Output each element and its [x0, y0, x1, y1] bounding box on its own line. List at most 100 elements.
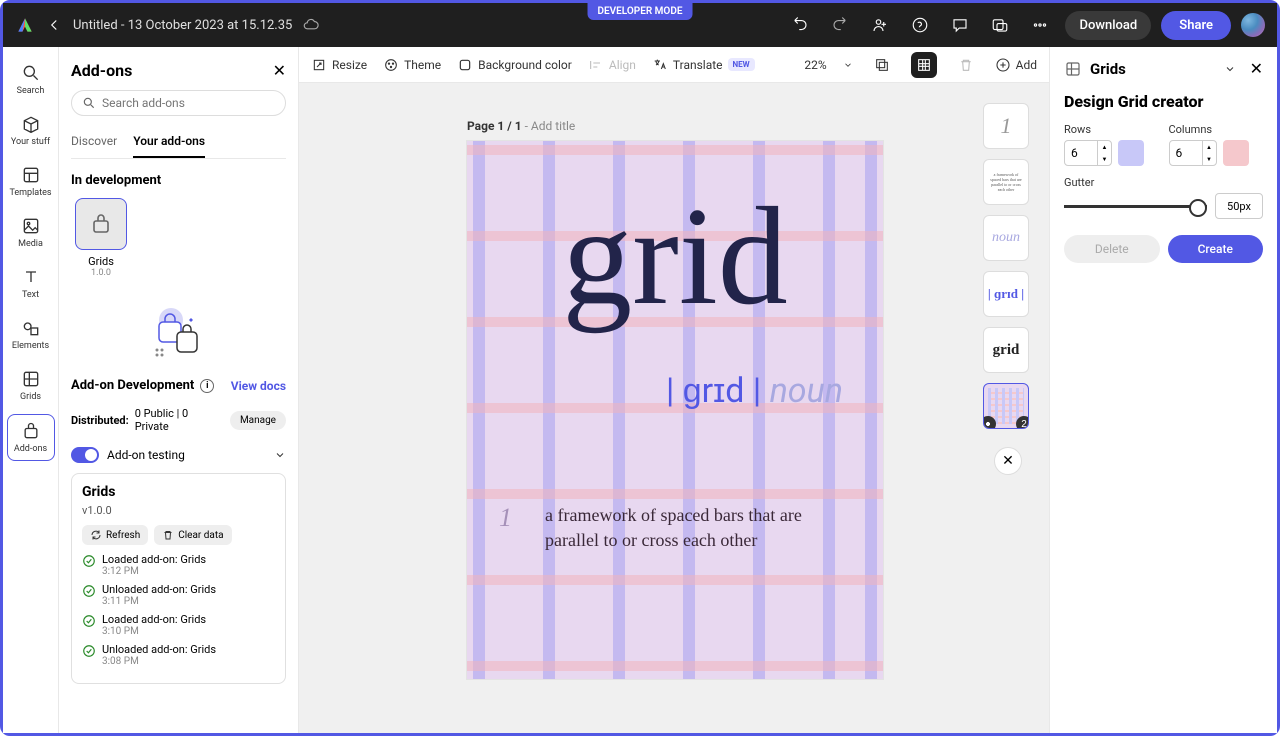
comment-button[interactable]: [945, 10, 975, 40]
zoom-menu[interactable]: 22%: [804, 58, 852, 72]
rail-item-your-stuff[interactable]: Your stuff: [7, 108, 55, 153]
share-button[interactable]: Share: [1161, 11, 1231, 40]
add-button[interactable]: Add: [995, 57, 1037, 73]
close-thumbs-button[interactable]: ✕: [994, 447, 1022, 475]
rail-item-templates[interactable]: Templates: [7, 159, 55, 204]
addon-testing-toggle[interactable]: [71, 447, 99, 463]
tab-your-addons[interactable]: Your add-ons: [133, 126, 205, 158]
bag-icon: [89, 212, 113, 236]
gutter-slider[interactable]: [1064, 205, 1207, 208]
tab-discover[interactable]: Discover: [71, 126, 117, 158]
thumb-2[interactable]: a framework of spaced bars that are para…: [983, 159, 1029, 205]
artboard-title-text[interactable]: grid: [562, 201, 788, 313]
rail-item-media[interactable]: Media: [7, 210, 55, 255]
collaborator-button[interactable]: [865, 10, 895, 40]
rows-input[interactable]: 6▲▼: [1064, 140, 1112, 166]
thumb-5[interactable]: grid: [983, 327, 1029, 373]
theme-button[interactable]: Theme: [383, 57, 441, 73]
clear-data-button[interactable]: Clear data: [154, 525, 231, 545]
log-entry: Loaded add-on: Grids3:10 PM: [82, 613, 275, 637]
user-avatar[interactable]: [1241, 13, 1265, 37]
artboard[interactable]: grid | ɡrɪd | noun 1 a framework of spac…: [467, 141, 883, 679]
thumb-1[interactable]: 1: [983, 103, 1029, 149]
thumb-3[interactable]: noun: [983, 215, 1029, 261]
distributed-label: Distributed:: [71, 414, 129, 427]
grid-panel-button[interactable]: [911, 52, 937, 78]
back-button[interactable]: [45, 16, 63, 34]
dev-card: Grids v1.0.0 Refresh Clear data Loaded a…: [71, 473, 286, 684]
canvas[interactable]: Page 1 / 1 - Add title grid | ɡrɪd | nou…: [299, 83, 1049, 733]
undo-button[interactable]: [785, 10, 815, 40]
help-button[interactable]: [905, 10, 935, 40]
search-addons[interactable]: [71, 90, 286, 116]
log-entry: Unloaded add-on: Grids3:11 PM: [82, 583, 275, 607]
grids-panel: Grids ✕ Design Grid creator Rows 6▲▼ Col…: [1049, 47, 1277, 733]
developer-mode-badge: DEVELOPER MODE: [588, 3, 693, 20]
artboard-def-text[interactable]: a framework of spaced bars that are para…: [545, 503, 843, 553]
cols-input[interactable]: 6▲▼: [1169, 140, 1217, 166]
chevron-down-icon[interactable]: [274, 449, 286, 461]
gutter-value[interactable]: 50px: [1215, 193, 1263, 219]
thumb-6[interactable]: [983, 383, 1029, 429]
search-input[interactable]: [102, 96, 275, 110]
rail-item-text[interactable]: Text: [7, 261, 55, 306]
close-grids-panel-button[interactable]: ✕: [1250, 59, 1263, 78]
artboard-def-number[interactable]: 1: [499, 503, 512, 533]
more-button[interactable]: [1025, 10, 1055, 40]
addon-testing-label: Add-on testing: [107, 448, 185, 462]
artboard-phonetic-text[interactable]: | ɡrɪd | noun: [666, 371, 843, 411]
delete-grid-button: Delete: [1064, 235, 1160, 263]
download-button[interactable]: Download: [1065, 11, 1151, 40]
distributed-value: 0 Public | 0 Private: [135, 407, 224, 433]
page-thumbnails: 1 a framework of spaced bars that are pa…: [983, 103, 1033, 475]
rows-label: Rows: [1064, 123, 1159, 136]
align-button: Align: [588, 57, 636, 73]
cols-label: Columns: [1169, 123, 1264, 136]
addon-development-heading: Add-on Development: [71, 378, 194, 393]
redo-button[interactable]: [825, 10, 855, 40]
cloud-icon: [302, 16, 320, 34]
new-badge: NEW: [728, 58, 755, 71]
check-icon: [82, 584, 96, 598]
present-button[interactable]: [985, 10, 1015, 40]
canvas-toolbar: Resize Theme Background color Align Tran…: [299, 47, 1049, 83]
layers-button[interactable]: [869, 52, 895, 78]
create-grid-button[interactable]: Create: [1168, 235, 1264, 263]
trash-icon: [162, 529, 174, 541]
translate-button[interactable]: TranslateNEW: [652, 57, 755, 73]
refresh-icon: [90, 529, 102, 541]
rail-item-elements[interactable]: Elements: [7, 312, 55, 357]
adobe-logo-icon: [15, 15, 35, 35]
document-title[interactable]: Untitled - 13 October 2023 at 15.12.35: [73, 18, 292, 33]
cols-color-swatch[interactable]: [1223, 140, 1249, 166]
thumb-4[interactable]: | ɡrɪd |: [983, 271, 1029, 317]
refresh-button[interactable]: Refresh: [82, 525, 148, 545]
addon-card-grids[interactable]: Grids 1.0.0: [71, 198, 131, 278]
check-icon: [82, 644, 96, 658]
log-entry: Loaded add-on: Grids3:12 PM: [82, 553, 275, 577]
left-rail: Search Your stuff Templates Media Text E…: [3, 47, 59, 733]
rail-item-grids[interactable]: Grids: [7, 363, 55, 408]
addons-title: Add-ons: [71, 61, 132, 80]
search-icon: [82, 96, 96, 110]
bgcolor-button[interactable]: Background color: [457, 57, 572, 73]
manage-button[interactable]: Manage: [230, 411, 286, 430]
collapse-panel-button[interactable]: [1224, 63, 1236, 75]
gutter-label: Gutter: [1064, 176, 1263, 189]
delete-button: [953, 52, 979, 78]
resize-button[interactable]: Resize: [311, 57, 367, 73]
info-icon[interactable]: i: [200, 379, 214, 393]
addons-panel: Add-ons ✕ Discover Your add-ons In devel…: [59, 47, 299, 733]
close-panel-button[interactable]: ✕: [273, 61, 286, 80]
rail-item-addons[interactable]: Add-ons: [7, 414, 55, 461]
rail-item-search[interactable]: Search: [7, 57, 55, 102]
in-development-heading: In development: [71, 173, 286, 188]
log-entry: Unloaded add-on: Grids3:08 PM: [82, 643, 275, 667]
view-docs-link[interactable]: View docs: [231, 379, 286, 393]
canvas-area: Resize Theme Background color Align Tran…: [299, 47, 1049, 733]
page-label[interactable]: Page 1 / 1 - Add title: [467, 119, 575, 133]
grids-panel-title: Grids: [1090, 60, 1216, 78]
chevron-down-icon: [843, 60, 853, 70]
rows-color-swatch[interactable]: [1118, 140, 1144, 166]
grids-subtitle: Design Grid creator: [1064, 92, 1263, 111]
